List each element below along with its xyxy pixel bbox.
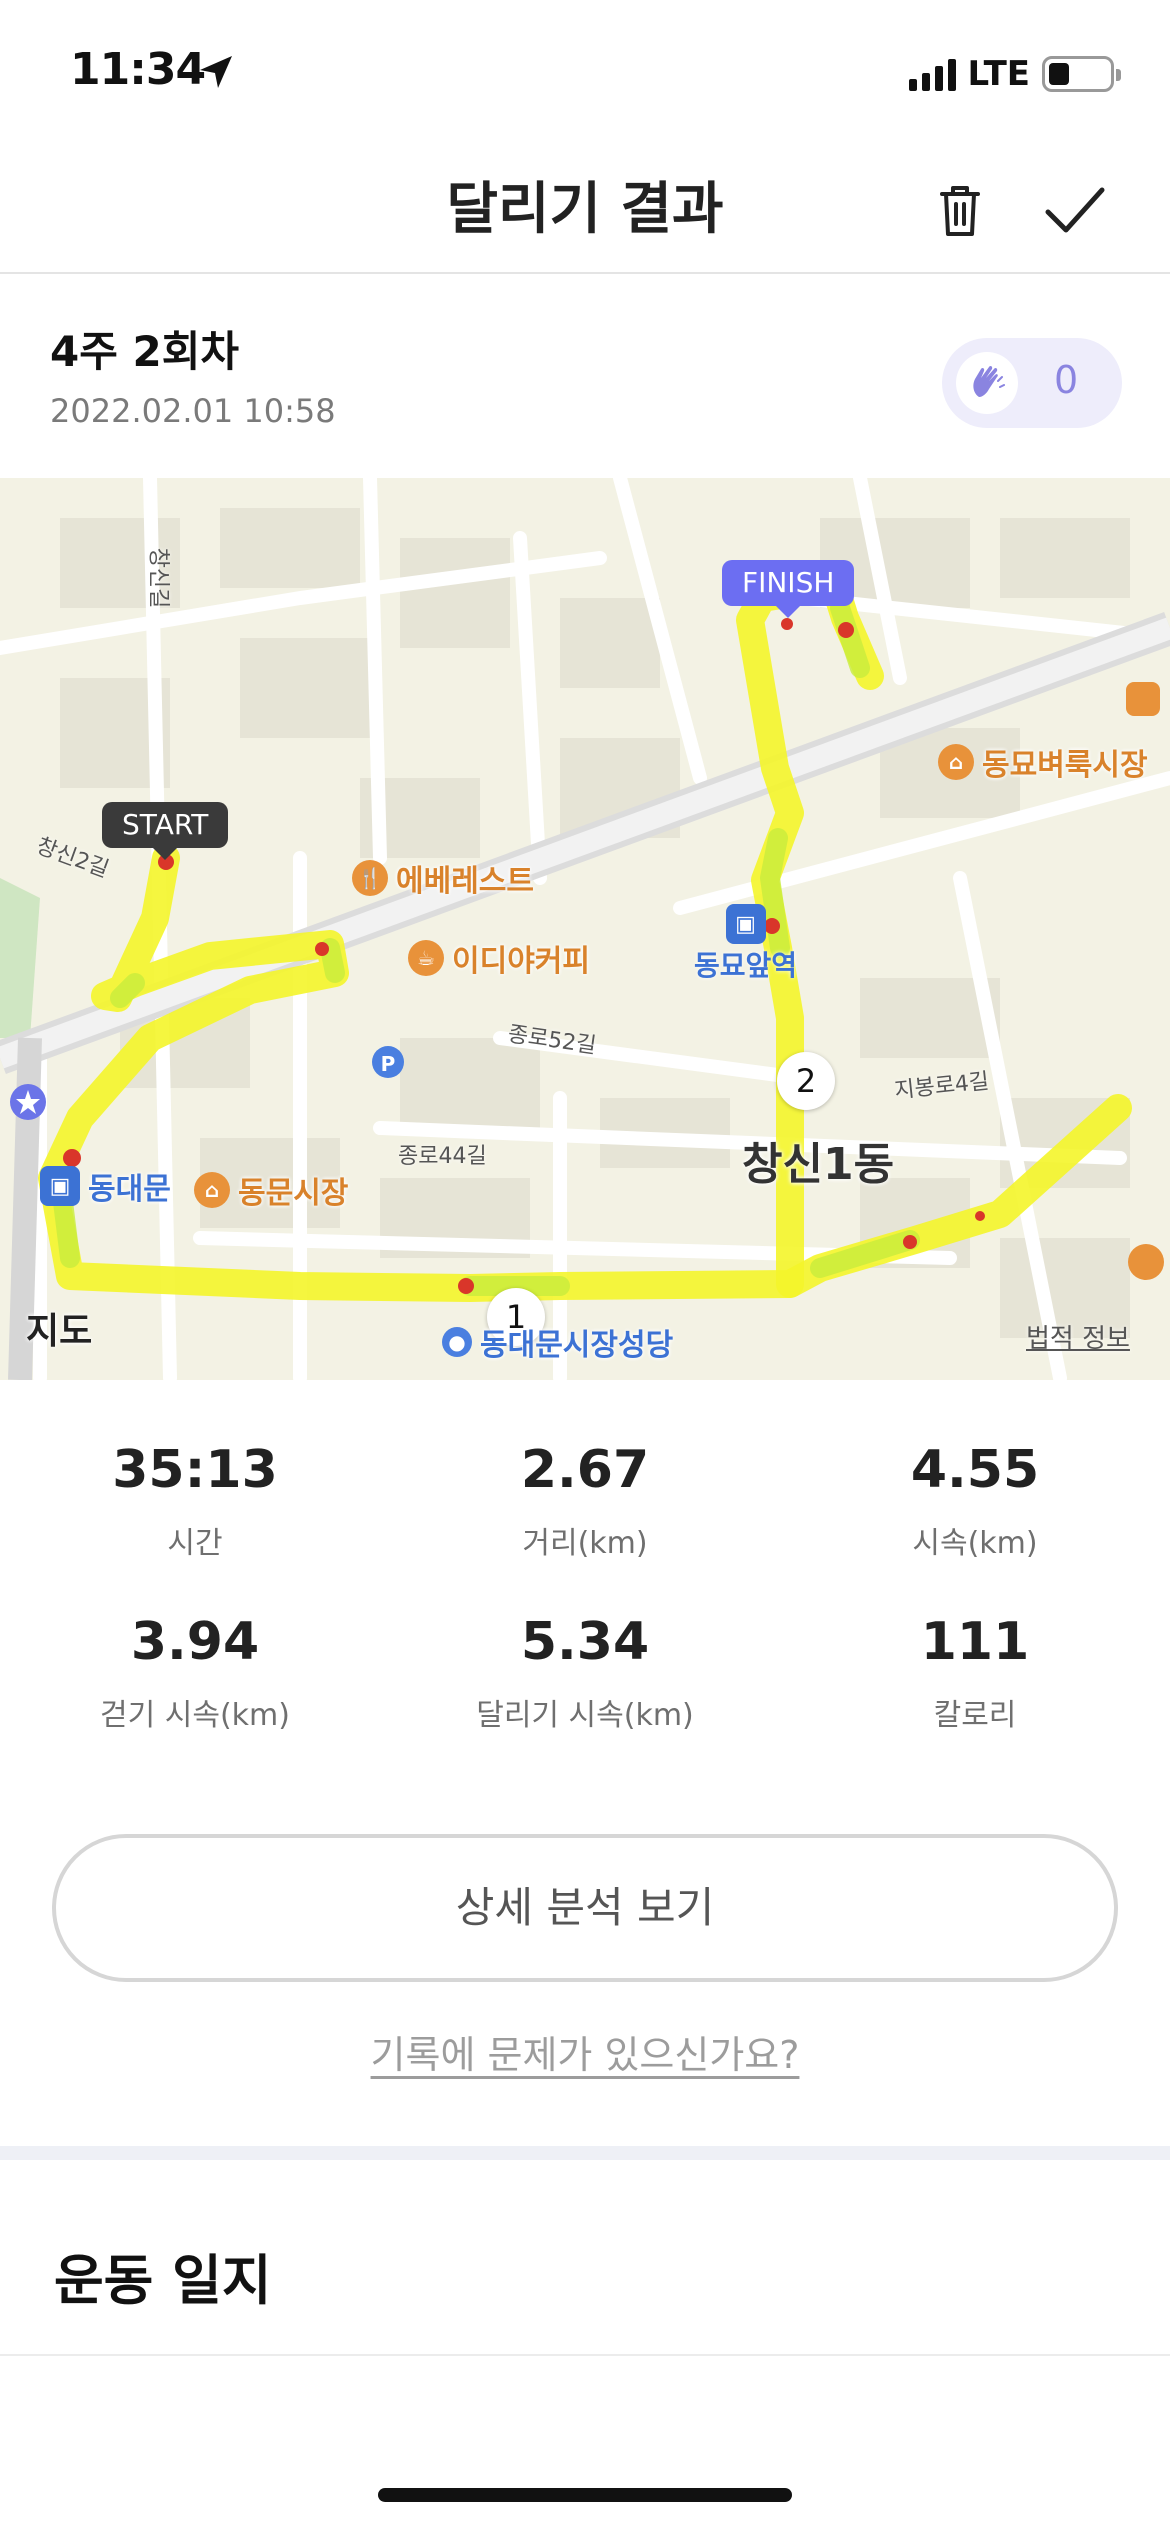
stat-value: 111 (920, 1612, 1030, 1672)
partial-subway-dongdaemun[interactable]: ▣ 동대문 (40, 1164, 171, 1208)
stat-label: 칼로리 (933, 1698, 1017, 1733)
poi-label: 동문시장 (238, 1176, 349, 1211)
poi-everest[interactable]: 🍴 에베레스트 (352, 856, 534, 900)
stat-label: 걷기 시속(km) (100, 1698, 290, 1733)
subway-icon: ▣ (40, 1166, 80, 1206)
cafe-icon: ☕ (408, 940, 444, 976)
stat-value: 4.55 (910, 1440, 1040, 1500)
stat-label: 달리기 시속(km) (476, 1698, 694, 1733)
clap-button[interactable]: 0 (942, 338, 1122, 428)
stat-value: 5.34 (520, 1612, 650, 1672)
stat-label: 시간 (167, 1526, 223, 1561)
market-icon: ⌂ (938, 744, 974, 780)
network-type: LTE (967, 54, 1030, 94)
poi-ediya-coffee[interactable]: ☕ 이디야커피 (408, 936, 590, 980)
restaurant-icon: 🍴 (352, 860, 388, 896)
finish-marker: FINISH (722, 560, 855, 618)
stat-value: 3.94 (130, 1612, 260, 1672)
apple-maps-logo: 지도 (26, 1302, 92, 1354)
street-label: 창신길 (145, 547, 171, 609)
stat-distance: 2.67 거리(km) (390, 1440, 780, 1562)
stat-label: 시속(km) (912, 1526, 1038, 1561)
svg-text:P: P (381, 1052, 396, 1076)
street-label: 종로44길 (398, 1144, 487, 1169)
poi-label: 이디야커피 (452, 944, 590, 979)
poi-dongmun-market[interactable]: ⌂ 동문시장 (194, 1168, 348, 1212)
maps-brand-label: 지도 (26, 1311, 93, 1352)
poi-dongdaemun-church[interactable]: ● 동대문시장성당 (442, 1320, 673, 1364)
trash-icon[interactable] (928, 178, 992, 242)
subway-label: 동묘앞역 (694, 949, 798, 982)
subway-station-dongmyo[interactable]: ▣ 동묘앞역 (694, 904, 797, 984)
clapping-hands-icon (956, 352, 1018, 414)
detail-analysis-button[interactable]: 상세 분석 보기 (52, 1834, 1118, 1982)
home-indicator[interactable] (378, 2488, 792, 2502)
stat-label: 거리(km) (522, 1526, 648, 1561)
poi-dongmyo-flea-market[interactable]: ⌂ 동묘벼룩시장 (938, 740, 1148, 784)
status-indicators: LTE (908, 54, 1121, 94)
stat-time: 35:13 시간 (0, 1440, 390, 1562)
subway-icon: ▣ (725, 904, 766, 944)
stat-running-speed: 5.34 달리기 시속(km) (390, 1612, 780, 1734)
cellular-signal-icon (908, 57, 956, 91)
divider (0, 2354, 1170, 2356)
poi-label: 에베레스트 (396, 864, 534, 899)
poi-label: 동대문 (88, 1172, 171, 1207)
section-divider (0, 2146, 1170, 2160)
poi-label: 동대문시장성당 (480, 1328, 674, 1363)
stat-value: 35:13 (112, 1440, 278, 1500)
page-title: 달리기 결과 (446, 177, 724, 242)
location-arrow-icon (200, 56, 232, 88)
stat-walking-speed: 3.94 걷기 시속(km) (0, 1612, 390, 1734)
session-datetime: 2022.02.01 10:58 (50, 392, 336, 430)
km-marker-2: 2 (777, 1052, 835, 1110)
workout-journal-title: 운동 일지 (54, 2249, 272, 2312)
stat-calories: 111 칼로리 (780, 1612, 1170, 1734)
route-map[interactable]: P START FINISH 1 2 🍴 에베레스트 ☕ 이디야커피 ⌂ 동묘벼… (0, 478, 1170, 1380)
church-icon: ● (442, 1327, 472, 1357)
map-base: P (0, 478, 1170, 1380)
clap-count: 0 (1054, 358, 1079, 402)
navigation-bar: 달리기 결과 (0, 140, 1170, 274)
report-issue-label[interactable]: 기록에 문제가 있으신가요? (371, 2033, 800, 2077)
session-title: 4주 2회차 (50, 327, 239, 376)
district-label: 창신1동 (742, 1139, 895, 1190)
battery-icon (1042, 56, 1121, 92)
start-marker: START (102, 802, 229, 860)
status-bar: 11:34 LTE (0, 0, 1170, 140)
status-time: 11:34 (70, 44, 206, 95)
stat-speed: 4.55 시속(km) (780, 1440, 1170, 1562)
legal-link[interactable]: 법적 정보 (1026, 1318, 1130, 1355)
market-icon: ⌂ (194, 1172, 230, 1208)
report-issue-link[interactable]: 기록에 문제가 있으신가요? (0, 2024, 1170, 2079)
stat-value: 2.67 (520, 1440, 650, 1500)
poi-label: 동묘벼룩시장 (982, 748, 1148, 783)
checkmark-icon[interactable] (1042, 178, 1108, 242)
